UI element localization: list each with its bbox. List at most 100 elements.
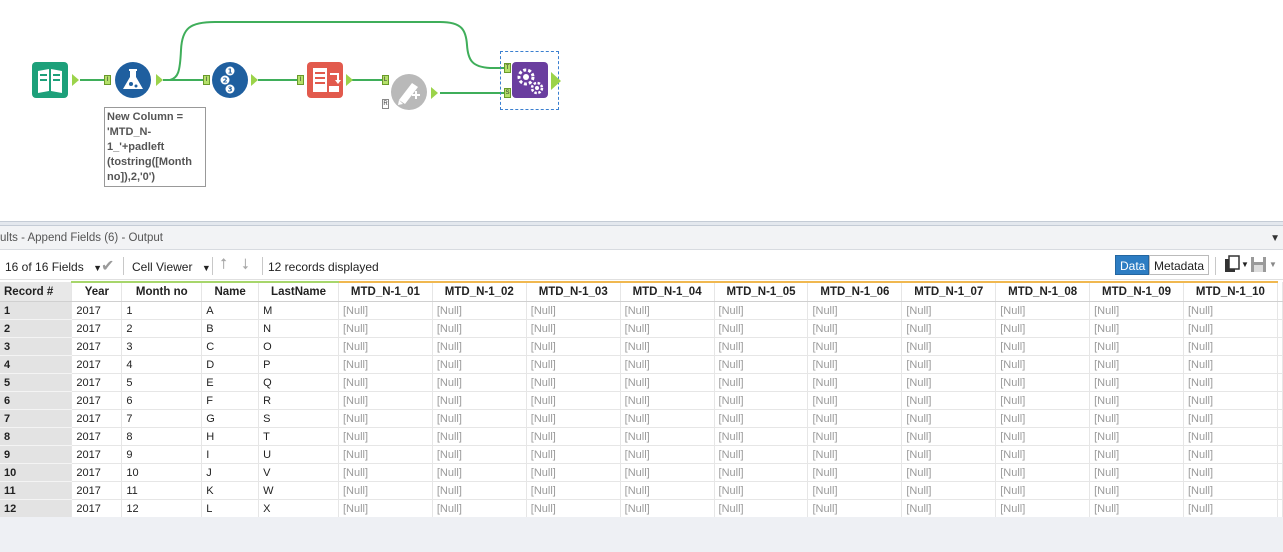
record-number-cell[interactable]: 2 xyxy=(0,319,73,338)
table-cell[interactable]: [Null] xyxy=(338,409,433,428)
table-cell[interactable]: [Null] xyxy=(714,409,809,428)
table-cell[interactable]: [Null] xyxy=(526,463,621,482)
table-cell[interactable]: [Null] xyxy=(1089,391,1184,410)
column-header[interactable]: MTD_N-1_04 xyxy=(620,281,715,302)
table-cell[interactable]: [Null] xyxy=(432,409,527,428)
chevron-down-icon[interactable]: ▼ xyxy=(1270,233,1280,244)
table-cell[interactable]: [Null] xyxy=(1089,445,1184,464)
table-cell[interactable]: E xyxy=(201,373,260,392)
table-cell[interactable]: V xyxy=(258,463,339,482)
table-cell[interactable]: [Null] xyxy=(807,337,903,356)
table-cell[interactable]: S xyxy=(258,409,339,428)
table-cell[interactable]: [Null] xyxy=(620,301,715,320)
table-cell[interactable]: 7 xyxy=(121,409,203,428)
table-cell[interactable]: X xyxy=(258,499,339,517)
table-cell[interactable]: [Null] xyxy=(995,391,1091,410)
table-cell[interactable]: [Null] xyxy=(714,301,809,320)
table-cell[interactable]: [Null] xyxy=(526,337,621,356)
table-cell[interactable]: [Null] xyxy=(526,355,621,374)
table-cell[interactable]: [Null] xyxy=(432,355,527,374)
table-cell[interactable]: [Null] xyxy=(995,481,1091,500)
column-header[interactable]: MTD_N-1_09 xyxy=(1089,281,1184,302)
table-cell[interactable]: [Null] xyxy=(1183,391,1278,410)
table-cell[interactable]: [Null] xyxy=(807,319,903,338)
table-cell[interactable]: B xyxy=(201,319,260,338)
record-number-cell[interactable]: 5 xyxy=(0,373,73,392)
source-input-anchor[interactable]: S xyxy=(504,88,511,98)
table-cell[interactable]: D xyxy=(201,355,260,374)
record-number-cell[interactable]: 4 xyxy=(0,355,73,374)
table-cell[interactable]: [Null] xyxy=(995,409,1091,428)
output-anchor[interactable] xyxy=(72,74,79,86)
table-cell[interactable]: [Null] xyxy=(714,463,809,482)
column-header[interactable]: MTD_N-1_05 xyxy=(714,281,809,302)
table-cell[interactable]: [Null] xyxy=(995,337,1091,356)
table-cell[interactable]: [Null] xyxy=(1183,481,1278,500)
column-header[interactable]: LastName xyxy=(258,281,339,302)
table-cell[interactable]: [Null] xyxy=(1183,301,1278,320)
table-cell[interactable]: 2017 xyxy=(71,373,123,392)
column-header[interactable]: MTD_N-1_02 xyxy=(432,281,527,302)
table-cell[interactable]: 3 xyxy=(121,337,203,356)
table-cell[interactable]: [Null] xyxy=(432,319,527,338)
record-number-cell[interactable]: 7 xyxy=(0,409,73,428)
table-cell[interactable]: [Null] xyxy=(620,409,715,428)
table-cell[interactable]: [Null] xyxy=(901,445,997,464)
table-cell[interactable]: R xyxy=(258,391,339,410)
column-header-record[interactable]: Record # xyxy=(0,282,73,302)
table-cell[interactable]: N xyxy=(258,319,339,338)
column-header[interactable]: MTD_N-1_06 xyxy=(807,281,903,302)
table-row[interactable]: 6 2017 6 F R [Null] [Null] [Null] [Null] [Null] [N… xyxy=(0,391,1283,410)
column-header[interactable]: Month no xyxy=(121,281,203,302)
column-header[interactable]: MTD_N-1_08 xyxy=(995,281,1091,302)
table-cell[interactable]: [Null] xyxy=(1089,499,1184,517)
table-cell[interactable]: [Null] xyxy=(432,499,527,517)
table-cell[interactable]: [Null] xyxy=(995,463,1091,482)
metadata-tab[interactable]: Metadata xyxy=(1149,255,1209,275)
dynamic-rename-tool[interactable] xyxy=(512,62,548,98)
table-cell[interactable]: [Null] xyxy=(1089,373,1184,392)
column-header[interactable]: MTD_N-1_03 xyxy=(526,281,621,302)
table-cell[interactable]: [Null] xyxy=(526,391,621,410)
table-cell[interactable]: [Null] xyxy=(432,481,527,500)
table-cell[interactable]: [Null] xyxy=(901,463,997,482)
table-cell[interactable]: 2017 xyxy=(71,409,123,428)
table-cell[interactable]: 2017 xyxy=(71,463,123,482)
record-number-cell[interactable]: 3 xyxy=(0,337,73,356)
chevron-down-icon[interactable]: ▼ xyxy=(1269,260,1277,269)
table-cell[interactable]: [Null] xyxy=(338,319,433,338)
table-cell[interactable]: T xyxy=(258,427,339,446)
table-cell[interactable]: H xyxy=(201,427,260,446)
table-cell[interactable]: [Null] xyxy=(1089,463,1184,482)
table-cell[interactable]: [Null] xyxy=(1089,319,1184,338)
table-cell[interactable]: [Null] xyxy=(714,445,809,464)
table-cell[interactable]: [Null] xyxy=(714,391,809,410)
table-cell[interactable]: 2017 xyxy=(71,391,123,410)
table-cell[interactable]: [Null] xyxy=(901,427,997,446)
checkmark-icon[interactable]: ✔ xyxy=(101,256,114,276)
table-cell[interactable]: [Null] xyxy=(901,391,997,410)
table-cell[interactable]: [Null] xyxy=(432,301,527,320)
target-input-anchor[interactable]: T xyxy=(504,63,511,73)
table-cell[interactable]: K xyxy=(201,481,260,500)
table-cell[interactable]: [Null] xyxy=(620,355,715,374)
column-header[interactable]: Name xyxy=(201,281,260,302)
table-cell[interactable]: 2017 xyxy=(71,445,123,464)
output-anchor[interactable] xyxy=(251,74,258,86)
table-cell[interactable]: [Null] xyxy=(1089,337,1184,356)
table-cell[interactable]: L xyxy=(201,499,260,517)
table-cell[interactable]: [Null] xyxy=(338,373,433,392)
table-cell[interactable]: 2017 xyxy=(71,481,123,500)
table-cell[interactable]: [Null] xyxy=(995,373,1091,392)
table-cell[interactable]: [Null] xyxy=(526,481,621,500)
arrow-down-icon[interactable]: ⭣ xyxy=(242,256,249,273)
table-cell[interactable]: [Null] xyxy=(901,337,997,356)
table-cell[interactable]: [Null] xyxy=(432,391,527,410)
record-number-cell[interactable]: 11 xyxy=(0,481,73,500)
table-row[interactable]: 2 2017 2 B N [Null] [Null] [Null] [Null] [Null] [N… xyxy=(0,319,1283,338)
table-cell[interactable]: [Null] xyxy=(432,337,527,356)
table-cell[interactable]: [Null] xyxy=(714,373,809,392)
table-cell[interactable]: [Null] xyxy=(995,445,1091,464)
output-anchor[interactable] xyxy=(551,72,561,90)
table-row[interactable]: 11 2017 11 K W [Null] [Null] [Null] [Null] [Null]… xyxy=(0,481,1283,500)
